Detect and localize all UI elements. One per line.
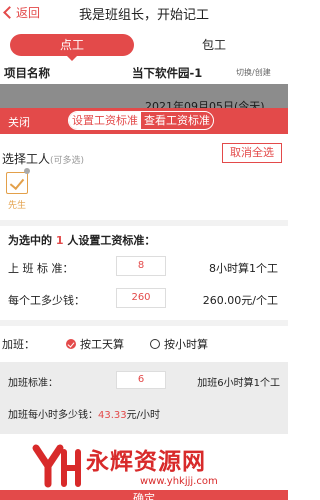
select-hint: (可多选) bbox=[50, 156, 85, 166]
watermark-brand: 永辉资源网 bbox=[86, 449, 206, 475]
segment-set-wage[interactable]: 设置工资标准 bbox=[69, 112, 141, 129]
modal-backdrop[interactable] bbox=[0, 84, 288, 108]
remove-dot-icon[interactable] bbox=[24, 168, 30, 174]
pay-label: 每个工多少钱： bbox=[8, 294, 85, 307]
overtime-standard-result: 加班6小时算1个工 bbox=[197, 378, 280, 389]
overtime-row: 加班： 按工天算 按小时算 bbox=[0, 332, 288, 354]
divider bbox=[0, 320, 288, 326]
overtime-pay-label: 加班每小时多少钱： bbox=[8, 410, 98, 421]
radio-unchecked-icon bbox=[150, 339, 160, 349]
divider bbox=[0, 220, 288, 226]
worker-checkbox[interactable] bbox=[6, 172, 28, 194]
radio-checked-icon bbox=[66, 339, 76, 349]
tab-day-work[interactable]: 点工 bbox=[10, 34, 134, 61]
overtime-pay-value: 43.33 bbox=[98, 410, 127, 421]
overtime-panel: 加班标准： 6 加班6小时算1个工 加班每小时多少钱：43.33元/小时 bbox=[0, 362, 288, 434]
project-value: 当下软件园-1 bbox=[132, 66, 203, 80]
worker-name: 先生 bbox=[8, 201, 27, 211]
watermark-url: www.yhkjjj.com bbox=[140, 476, 218, 487]
overtime-pay-unit: 元/小时 bbox=[126, 410, 161, 421]
close-button[interactable]: 关闭 bbox=[8, 114, 30, 130]
cancel-all-button[interactable]: 取消全选 bbox=[222, 143, 282, 163]
overtime-standard-row: 加班标准： 6 加班6小时算1个工 bbox=[0, 370, 288, 390]
set-prefix: 为选中的 bbox=[8, 234, 52, 247]
pay-row: 每个工多少钱： 260 260.00元/个工 bbox=[0, 288, 288, 310]
radio-by-hour[interactable]: 按小时算 bbox=[150, 336, 208, 352]
switch-create-link[interactable]: 切换/创建 bbox=[236, 67, 271, 78]
work-standard-row: 上 班 标 准： 8 8小时算1个工 bbox=[0, 256, 288, 278]
segment-view-wage[interactable]: 查看工资标准 bbox=[141, 112, 213, 129]
radio-by-day-label: 按工天算 bbox=[80, 338, 124, 351]
set-wage-title: 为选中的 1 人设置工资标准： bbox=[8, 232, 155, 248]
selected-count: 1 bbox=[55, 234, 64, 247]
overtime-standard-label: 加班标准： bbox=[8, 378, 58, 389]
set-suffix: 人设置工资标准： bbox=[67, 234, 156, 247]
tab-contract-work[interactable]: 包工 bbox=[152, 34, 276, 56]
sheet-header: 关闭 设置工资标准 查看工资标准 bbox=[0, 108, 288, 134]
select-workers-title: 选择工人(可多选) bbox=[2, 150, 84, 167]
overtime-standard-input[interactable]: 6 bbox=[116, 371, 166, 389]
pay-input[interactable]: 260 bbox=[116, 288, 166, 308]
project-row[interactable]: 项目名称 当下软件园-1 切换/创建 bbox=[0, 60, 288, 84]
radio-by-hour-label: 按小时算 bbox=[164, 338, 208, 351]
watermark: 永辉资源网 www.yhkjjj.com bbox=[26, 436, 266, 494]
page-title: 我是班组长，开始记工 bbox=[78, 8, 209, 23]
work-standard-result: 8小时算1个工 bbox=[209, 262, 278, 275]
project-label: 项目名称 bbox=[4, 66, 50, 80]
pay-result: 260.00元/个工 bbox=[202, 294, 278, 307]
overtime-label: 加班： bbox=[2, 338, 35, 351]
watermark-logo-icon bbox=[32, 444, 81, 488]
tab-bar: 点工 包工 bbox=[0, 30, 288, 61]
select-title-text: 选择工人 bbox=[2, 152, 51, 166]
overtime-pay-row: 加班每小时多少钱：43.33元/小时 bbox=[8, 406, 160, 421]
work-standard-input[interactable]: 8 bbox=[116, 256, 166, 276]
radio-by-day[interactable]: 按工天算 bbox=[66, 336, 124, 352]
segment-control: 设置工资标准 查看工资标准 bbox=[68, 111, 214, 130]
wage-standard-sheet: 关闭 设置工资标准 查看工资标准 选择工人(可多选) 取消全选 先生 为选中的 … bbox=[0, 108, 288, 500]
work-standard-label: 上 班 标 准： bbox=[8, 262, 74, 275]
